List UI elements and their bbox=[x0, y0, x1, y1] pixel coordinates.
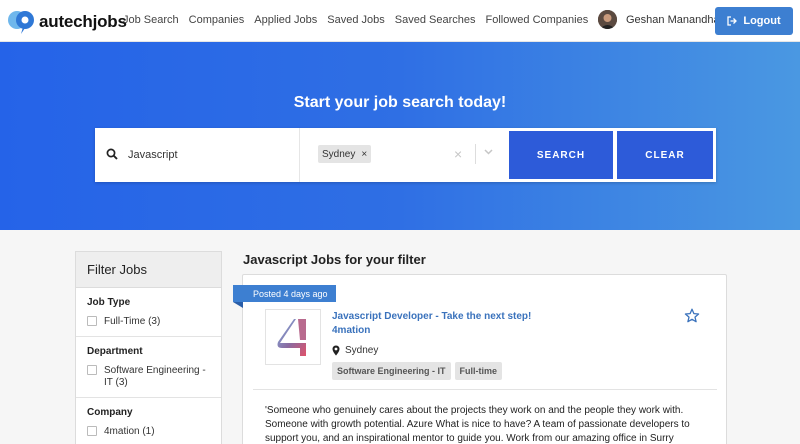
location-chip-label: Sydney bbox=[322, 148, 356, 160]
hero-banner: Start your job search today! Sydney × × … bbox=[0, 42, 800, 230]
logout-icon bbox=[727, 16, 738, 26]
filter-section-company: Company 4mation (1) bbox=[76, 398, 221, 444]
logout-button[interactable]: Logout bbox=[715, 7, 793, 35]
filter-section-title: Job Type bbox=[87, 297, 131, 308]
filter-option-label: Full-Time (3) bbox=[104, 316, 161, 327]
nav-companies[interactable]: Companies bbox=[189, 14, 245, 26]
select-separator bbox=[475, 144, 476, 164]
location-select[interactable]: Sydney × × bbox=[300, 128, 505, 182]
nav-followed-companies[interactable]: Followed Companies bbox=[486, 14, 589, 26]
clear-button[interactable]: CLEAR bbox=[617, 131, 713, 179]
nav-links: Job Search Companies Applied Jobs Saved … bbox=[123, 14, 598, 26]
filter-section-title: Company bbox=[87, 407, 133, 418]
filter-section-title: Department bbox=[87, 346, 143, 357]
filter-option[interactable]: 4mation (1) bbox=[87, 426, 210, 438]
company-logo[interactable] bbox=[265, 309, 321, 365]
filter-section-department: Department Software Engineering - IT (3) bbox=[76, 337, 221, 398]
logo-icon bbox=[8, 11, 34, 34]
avatar bbox=[598, 10, 617, 29]
job-company-link[interactable]: 4mation bbox=[332, 325, 370, 336]
filter-option-label: 4mation (1) bbox=[104, 426, 155, 437]
job-title-link[interactable]: Javascript Developer - Take the next ste… bbox=[332, 311, 531, 322]
clear-location-icon[interactable]: × bbox=[454, 146, 462, 162]
nav-applied-jobs[interactable]: Applied Jobs bbox=[254, 14, 317, 26]
hero-title: Start your job search today! bbox=[293, 94, 507, 111]
job-card[interactable]: Posted 4 days ago Javascript Developer -… bbox=[233, 274, 727, 444]
logo-text: autechjobs bbox=[39, 12, 127, 31]
keyword-input[interactable] bbox=[128, 145, 288, 165]
nav-saved-searches[interactable]: Saved Searches bbox=[395, 14, 476, 26]
job-location: Sydney bbox=[332, 345, 378, 356]
tag-department: Software Engineering - IT bbox=[332, 362, 451, 380]
tag-job-type: Full-time bbox=[454, 362, 503, 380]
job-tags: Software Engineering - IT Full-time bbox=[332, 362, 503, 380]
card-divider bbox=[253, 389, 717, 390]
posted-ribbon: Posted 4 days ago bbox=[233, 285, 336, 308]
chevron-down-icon[interactable] bbox=[483, 146, 494, 157]
filter-option-label: Software Engineering - IT (3) bbox=[104, 365, 206, 388]
search-box: Sydney × × SEARCH CLEAR bbox=[95, 128, 716, 182]
checkbox[interactable] bbox=[87, 316, 97, 326]
filter-title: Filter Jobs bbox=[76, 252, 221, 288]
location-pin-icon bbox=[332, 345, 340, 356]
user-name: Geshan Manandhar bbox=[626, 13, 724, 26]
checkbox[interactable] bbox=[87, 426, 97, 436]
nav-job-search[interactable]: Job Search bbox=[123, 14, 179, 26]
star-icon[interactable] bbox=[684, 308, 700, 324]
chip-remove-icon[interactable]: × bbox=[361, 149, 367, 160]
company-logo-image bbox=[277, 319, 306, 356]
avatar-image bbox=[598, 10, 617, 29]
nav-saved-jobs[interactable]: Saved Jobs bbox=[327, 14, 384, 26]
results-title: Javascript Jobs for your filter bbox=[243, 252, 426, 267]
location-chip[interactable]: Sydney × bbox=[318, 145, 372, 163]
job-description: 'Someone who genuinely cares about the p… bbox=[265, 405, 690, 444]
filter-option[interactable]: Full-Time (3) bbox=[87, 316, 210, 328]
filter-option[interactable]: Software Engineering - IT (3) bbox=[87, 365, 210, 389]
search-button[interactable]: SEARCH bbox=[509, 131, 613, 179]
keyword-field[interactable] bbox=[95, 128, 300, 182]
top-navbar: autechjobs Job Search Companies Applied … bbox=[0, 0, 800, 42]
checkbox[interactable] bbox=[87, 365, 97, 375]
filter-panel: Filter Jobs Job Type Full-Time (3) Depar… bbox=[75, 251, 222, 444]
user-menu[interactable]: Geshan Manandhar bbox=[598, 10, 723, 29]
logo[interactable]: autechjobs bbox=[6, 8, 127, 36]
logout-label: Logout bbox=[743, 15, 781, 27]
filter-section-job-type: Job Type Full-Time (3) bbox=[76, 288, 221, 337]
job-location-label: Sydney bbox=[345, 345, 379, 356]
search-icon bbox=[106, 148, 118, 160]
